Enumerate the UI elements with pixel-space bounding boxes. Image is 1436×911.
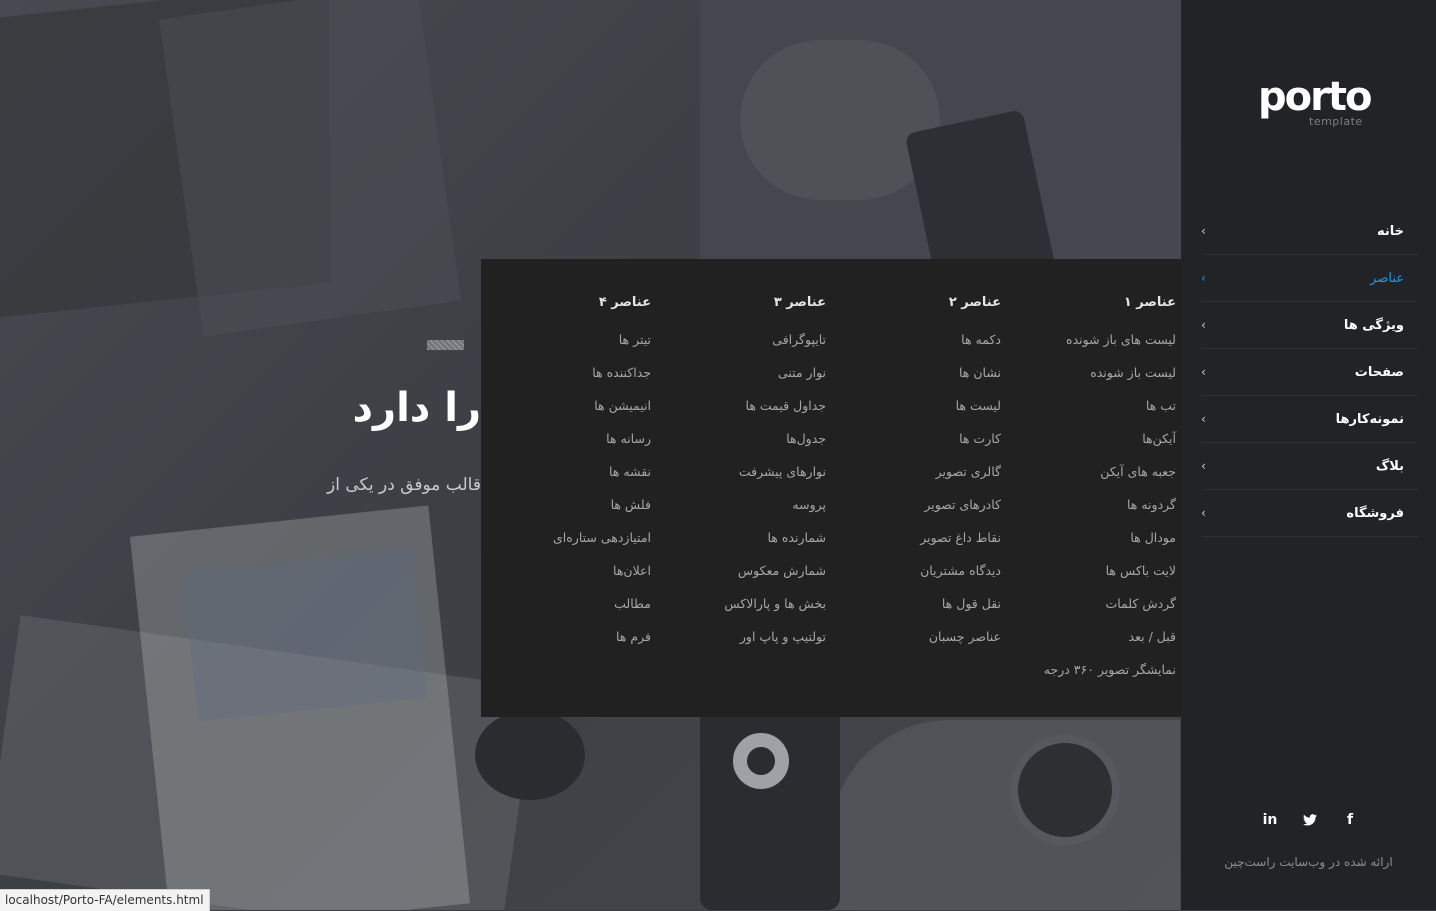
mega-menu-item[interactable]: جدول‌ها (656, 429, 826, 462)
mega-menu-column: عناصر ۴ تیتر ها جداکننده ها انیمیشن ها ر… (481, 293, 651, 660)
sidebar-item-label: ویژگی ها (1343, 317, 1404, 333)
background-image-hands (830, 720, 1180, 910)
mega-menu-column-title: عناصر ۴ (598, 295, 651, 310)
mega-menu-item[interactable]: امتیازدهی ستاره‌ای (481, 528, 651, 561)
mega-menu-item[interactable]: گالری تصویر (831, 462, 1001, 495)
sidebar-item-label: فروشگاه (1346, 505, 1404, 521)
mega-menu-list: تیتر ها جداکننده ها انیمیشن ها رسانه ها … (481, 330, 651, 660)
background-image-tablet-screen (182, 548, 428, 722)
chevron-right-icon: ‹ (1201, 412, 1206, 426)
mega-menu-item[interactable]: نوار متنی (656, 363, 826, 396)
mega-menu-column-title: عناصر ۳ (773, 295, 826, 310)
sidebar-item-label: بلاگ (1375, 458, 1404, 474)
mega-menu-item[interactable]: نقشه ها (481, 462, 651, 495)
mega-menu-item[interactable]: کارت ها (831, 429, 1001, 462)
mega-menu-item[interactable]: شمارنده ها (656, 528, 826, 561)
hero-title: را دارد (352, 385, 481, 431)
hero-divider-stripe (427, 340, 464, 350)
background-image-coffee-cup (1010, 735, 1120, 845)
mega-menu-list: لیست های باز شونده لیست باز شونده تب ها … (1006, 330, 1176, 693)
chevron-right-icon: ‹ (1201, 224, 1206, 238)
mega-menu-list: دکمه ها نشان ها لیست ها کارت ها گالری تص… (831, 330, 1001, 660)
mega-menu-column: عناصر ۱ لیست های باز شونده لیست باز شوند… (1006, 293, 1176, 693)
mega-menu-item[interactable]: تب ها (1006, 396, 1176, 429)
mega-menu-item[interactable]: دکمه ها (831, 330, 1001, 363)
mega-menu-item[interactable]: نمایشگر تصویر ۳۶۰ درجه (1006, 660, 1176, 693)
mega-menu-item[interactable]: مودال ها (1006, 528, 1176, 561)
sidebar-item-blog[interactable]: بلاگ ‹ (1201, 443, 1418, 490)
mega-menu-item[interactable]: لیست باز شونده (1006, 363, 1176, 396)
mega-menu-item[interactable]: نقاط داغ تصویر (831, 528, 1001, 561)
mega-menu-item[interactable]: مطالب (481, 594, 651, 627)
sidebar-credit[interactable]: ارائه شده در وب‌سایت راست‌چین (1181, 855, 1436, 869)
background-image-mug (475, 710, 585, 800)
chevron-right-icon: ‹ (1201, 506, 1206, 520)
mega-menu-item[interactable]: لیست های باز شونده (1006, 330, 1176, 363)
sidebar-item-home[interactable]: خانه ‹ (1201, 208, 1418, 255)
mega-menu-column: عناصر ۳ تایپوگرافی نوار متنی جداول قیمت … (656, 293, 826, 660)
mega-menu-item[interactable]: جعبه های آیکن (1006, 462, 1176, 495)
background-image-paper (158, 0, 462, 337)
mega-menu-item[interactable]: لیست ها (831, 396, 1001, 429)
mega-menu-item[interactable]: شمارش معکوس (656, 561, 826, 594)
hero-subtitle: قالب موفق در یکی از (327, 475, 481, 495)
background-image-phone-ring (733, 733, 789, 789)
mega-menu-item[interactable]: قبل / بعد (1006, 627, 1176, 660)
social-links: in f (1260, 812, 1360, 830)
mega-menu-item[interactable]: جداکننده ها (481, 363, 651, 396)
logo-subtitle: template (1309, 115, 1363, 128)
mega-menu-item[interactable]: تایپوگرافی (656, 330, 826, 363)
mega-menu-item[interactable]: اعلان‌ها (481, 561, 651, 594)
logo-wordmark: porto (1258, 74, 1372, 120)
mega-menu-item[interactable]: آیکن‌ها (1006, 429, 1176, 462)
mega-menu-column-title: عناصر ۲ (948, 295, 1001, 310)
mega-menu-item[interactable]: نوارهای پیشرفت (656, 462, 826, 495)
mega-menu-item[interactable]: کادرهای تصویر (831, 495, 1001, 528)
sidebar-item-portfolio[interactable]: نمونه‌کارها ‹ (1201, 396, 1418, 443)
mega-menu-column: عناصر ۲ دکمه ها نشان ها لیست ها کارت ها … (831, 293, 1001, 660)
mega-menu-item[interactable]: گردونه ها (1006, 495, 1176, 528)
mega-menu-list: تایپوگرافی نوار متنی جداول قیمت ها جدول‌… (656, 330, 826, 660)
mega-menu-item[interactable]: گردش کلمات (1006, 594, 1176, 627)
mega-menu-item[interactable]: جداول قیمت ها (656, 396, 826, 429)
sidebar-nav: خانه ‹ عناصر ‹ ویژگی ها ‹ صفحات ‹ نمونه‌… (1201, 208, 1418, 537)
mega-menu-item[interactable]: پروسه (656, 495, 826, 528)
facebook-icon[interactable]: f (1340, 812, 1360, 830)
sidebar: porto template خانه ‹ عناصر ‹ ویژگی ها ‹… (1181, 0, 1436, 910)
mega-menu-item[interactable]: تیتر ها (481, 330, 651, 363)
mega-menu-item[interactable]: تولتیپ و پاپ اور (656, 627, 826, 660)
background-image-hand (740, 40, 940, 200)
mega-menu-item[interactable]: رسانه ها (481, 429, 651, 462)
sidebar-item-label: نمونه‌کارها (1335, 411, 1404, 427)
mega-menu-item[interactable]: دیدگاه مشتریان (831, 561, 1001, 594)
mega-menu-item[interactable]: فرم ها (481, 627, 651, 660)
chevron-right-icon: ‹ (1201, 318, 1206, 332)
status-bar-url: localhost/Porto-FA/elements.html (0, 889, 210, 911)
chevron-right-icon: ‹ (1201, 365, 1206, 379)
twitter-icon[interactable] (1300, 812, 1320, 830)
mega-menu-item[interactable]: عناصر چسبان (831, 627, 1001, 660)
mega-menu-item[interactable]: فلش ها (481, 495, 651, 528)
mega-menu-item[interactable]: نقل قول ها (831, 594, 1001, 627)
chevron-right-icon: ‹ (1201, 271, 1206, 285)
sidebar-item-elements[interactable]: عناصر ‹ (1201, 255, 1418, 302)
mega-menu-column-title: عناصر ۱ (1123, 295, 1176, 310)
mega-menu-item[interactable]: انیمیشن ها (481, 396, 651, 429)
chevron-right-icon: ‹ (1201, 459, 1206, 473)
sidebar-item-features[interactable]: ویژگی ها ‹ (1201, 302, 1418, 349)
linkedin-icon[interactable]: in (1260, 812, 1280, 830)
sidebar-item-label: صفحات (1354, 364, 1404, 380)
elements-mega-menu: عناصر ۱ لیست های باز شونده لیست باز شوند… (481, 259, 1201, 717)
sidebar-item-pages[interactable]: صفحات ‹ (1201, 349, 1418, 396)
mega-menu-item[interactable]: نشان ها (831, 363, 1001, 396)
sidebar-item-shop[interactable]: فروشگاه ‹ (1201, 490, 1418, 537)
sidebar-item-label: عناصر (1370, 270, 1404, 286)
porto-logo[interactable]: porto template (1258, 74, 1372, 130)
background-image-phone (700, 700, 840, 910)
sidebar-item-label: خانه (1376, 223, 1404, 239)
mega-menu-item[interactable]: لایت باکس ها (1006, 561, 1176, 594)
mega-menu-item[interactable]: بخش ها و پارالاکس (656, 594, 826, 627)
